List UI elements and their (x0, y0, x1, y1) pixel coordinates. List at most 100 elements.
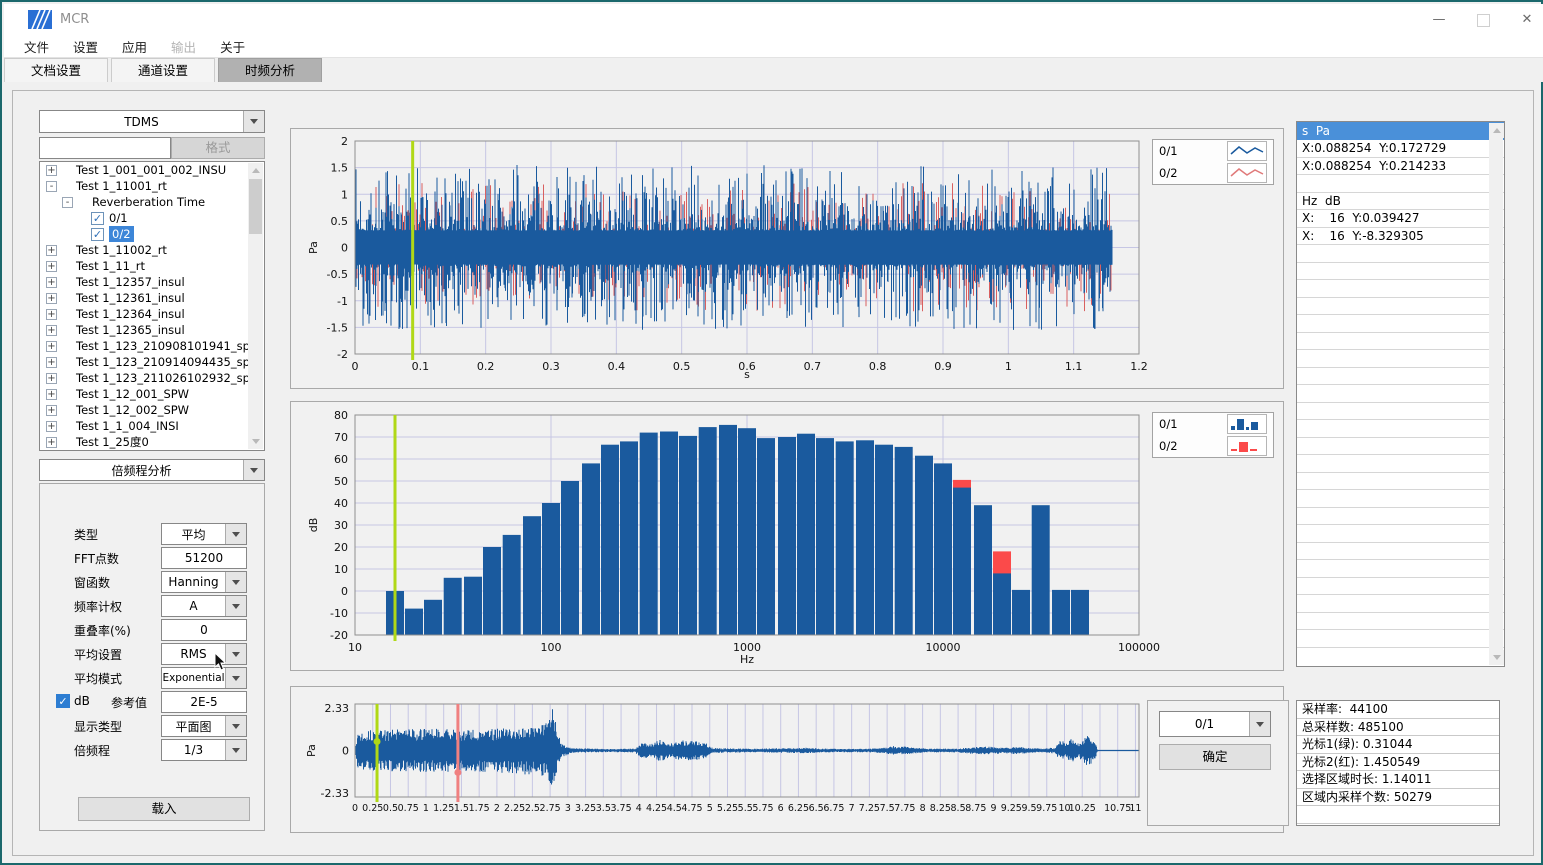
form-select-2[interactable]: Hanning (161, 571, 247, 593)
form-label: dB (74, 694, 90, 708)
tree-item[interactable]: -Reverberation Time (40, 194, 264, 210)
checkbox-icon[interactable]: ✓ (91, 228, 104, 241)
scrollbar-thumb[interactable] (249, 179, 262, 234)
form-select-6[interactable]: Exponential (161, 667, 247, 689)
format-button[interactable]: 格式 (171, 137, 265, 159)
menu-item-4[interactable]: 关于 (208, 35, 257, 58)
expand-icon[interactable]: + (46, 437, 57, 448)
expand-icon[interactable]: + (46, 405, 57, 416)
legend-item-0-1[interactable]: 0/1 (1153, 413, 1273, 435)
tree-item[interactable]: +Test 1_12364_insul (40, 306, 264, 322)
tree-item[interactable]: +Test 1_123_210908101941_spw (40, 338, 264, 354)
chevron-down-icon[interactable] (225, 572, 246, 592)
tree-item[interactable]: +Test 1_25度0 (40, 434, 264, 450)
svg-text:Pa: Pa (307, 241, 320, 254)
form-select-8[interactable]: 平面图 (161, 715, 247, 737)
scroll-down-icon[interactable] (248, 434, 263, 449)
expand-icon[interactable]: + (46, 389, 57, 400)
expand-icon[interactable]: + (46, 309, 57, 320)
form-input-1[interactable] (161, 547, 247, 569)
overview-waveform-chart[interactable]: 00.250.50.7511.251.51.7522.252.52.7533.2… (291, 687, 1283, 832)
octave-spectrum-chart[interactable]: -20-100102030405060708010100100010000100… (291, 402, 1283, 670)
legend-item-0-2[interactable]: 0/2 (1153, 435, 1273, 457)
checkbox-icon[interactable]: ✓ (91, 212, 104, 225)
form-select-9[interactable]: 1/3 (161, 739, 247, 761)
legend-item-0-2[interactable]: 0/2 (1153, 162, 1273, 184)
svg-text:5.5: 5.5 (738, 803, 753, 814)
scroll-up-icon[interactable] (248, 163, 263, 178)
svg-text:2.5: 2.5 (525, 803, 540, 814)
minimize-button[interactable]: — (1422, 8, 1456, 32)
channel-select[interactable]: 0/1 (1159, 711, 1271, 737)
tree-item[interactable]: +Test 1_12_001_SPW (40, 386, 264, 402)
tree-item[interactable]: +Test 1_001_001_002_INSU (40, 162, 264, 178)
file-format-select[interactable]: TDMS (39, 110, 265, 133)
chevron-down-icon[interactable] (225, 716, 246, 736)
expand-icon[interactable]: + (46, 245, 57, 256)
expand-icon[interactable]: + (46, 165, 57, 176)
tree-item[interactable]: +Test 1_11002_rt (40, 242, 264, 258)
file-tree[interactable]: +Test 1_001_001_002_INSU-Test 1_11001_rt… (39, 161, 265, 451)
form-select-5[interactable]: RMS (161, 643, 247, 665)
form-input-7[interactable] (161, 691, 247, 713)
analysis-type-select[interactable]: 倍频程分析 (39, 459, 265, 481)
menu-item-2[interactable]: 应用 (110, 35, 159, 58)
tab-1[interactable]: 通道设置 (111, 58, 215, 82)
form-select-0[interactable]: 平均 (161, 523, 247, 545)
info-row: 采样率: 44100 (1297, 701, 1499, 719)
tab-2[interactable]: 时频分析 (218, 58, 322, 82)
tree-item[interactable]: ✓0/1 (40, 210, 264, 226)
scroll-down-icon[interactable] (1489, 650, 1504, 665)
filter-input[interactable] (39, 137, 171, 159)
chevron-down-icon[interactable] (225, 596, 246, 616)
chevron-down-icon[interactable] (1249, 712, 1270, 736)
menu-item-3[interactable]: 输出 (159, 35, 208, 58)
tree-item[interactable]: +Test 1_12_002_SPW (40, 402, 264, 418)
scroll-up-icon[interactable] (1489, 123, 1504, 138)
expand-icon[interactable]: + (46, 261, 57, 272)
expand-icon[interactable]: + (46, 277, 57, 288)
chevron-down-icon[interactable] (225, 524, 246, 544)
form-input-4[interactable] (161, 619, 247, 641)
chevron-down-icon[interactable] (225, 668, 246, 688)
readout-scrollbar[interactable] (1489, 123, 1503, 665)
tree-item[interactable]: +Test 1_12361_insul (40, 290, 264, 306)
tree-item[interactable]: +Test 1_11_rt (40, 258, 264, 274)
legend-item-0-1[interactable]: 0/1 (1153, 140, 1273, 162)
tree-item[interactable]: ✓0/2 (40, 226, 264, 242)
svg-text:1.5: 1.5 (331, 162, 349, 175)
menu-item-0[interactable]: 文件 (12, 35, 61, 58)
expand-icon[interactable]: + (46, 293, 57, 304)
tab-0[interactable]: 文档设置 (4, 58, 108, 82)
menu-item-1[interactable]: 设置 (61, 35, 110, 58)
tree-item[interactable]: -Test 1_11001_rt (40, 178, 264, 194)
tree-item[interactable]: +Test 1_12357_insul (40, 274, 264, 290)
expand-icon[interactable]: + (46, 421, 57, 432)
expand-icon[interactable]: + (46, 357, 57, 368)
tree-item[interactable]: +Test 1_123_211026102932_spw (40, 370, 264, 386)
chevron-down-icon[interactable] (225, 740, 246, 760)
svg-text:10.25: 10.25 (1069, 803, 1096, 814)
cursor-readout-list[interactable]: s PaX:0.088254 Y:0.172729X:0.088254 Y:0.… (1296, 121, 1505, 667)
tree-item[interactable]: +Test 1_12365_insul (40, 322, 264, 338)
tree-scrollbar[interactable] (248, 163, 263, 449)
readout-row (1297, 595, 1504, 613)
svg-text:1: 1 (1005, 360, 1012, 373)
expand-icon[interactable]: + (46, 341, 57, 352)
expand-icon[interactable]: + (46, 373, 57, 384)
chevron-down-icon[interactable] (243, 460, 264, 480)
chevron-down-icon[interactable] (225, 644, 246, 664)
tree-item[interactable]: +Test 1_1_004_INSI (40, 418, 264, 434)
db-checkbox[interactable]: ✓ (56, 694, 70, 708)
confirm-button[interactable]: 确定 (1159, 744, 1271, 770)
close-button[interactable]: ✕ (1510, 8, 1543, 32)
tree-item[interactable]: +Test 1_123_210914094435_spw (40, 354, 264, 370)
chevron-down-icon[interactable] (243, 111, 264, 132)
time-waveform-chart[interactable]: 00.10.20.30.40.50.60.70.80.911.11.221.51… (291, 129, 1283, 388)
form-select-3[interactable]: A (161, 595, 247, 617)
load-button[interactable]: 载入 (78, 797, 250, 821)
maximize-button[interactable] (1466, 8, 1500, 32)
expand-icon[interactable]: + (46, 325, 57, 336)
collapse-icon[interactable]: - (46, 181, 57, 192)
collapse-icon[interactable]: - (62, 197, 73, 208)
